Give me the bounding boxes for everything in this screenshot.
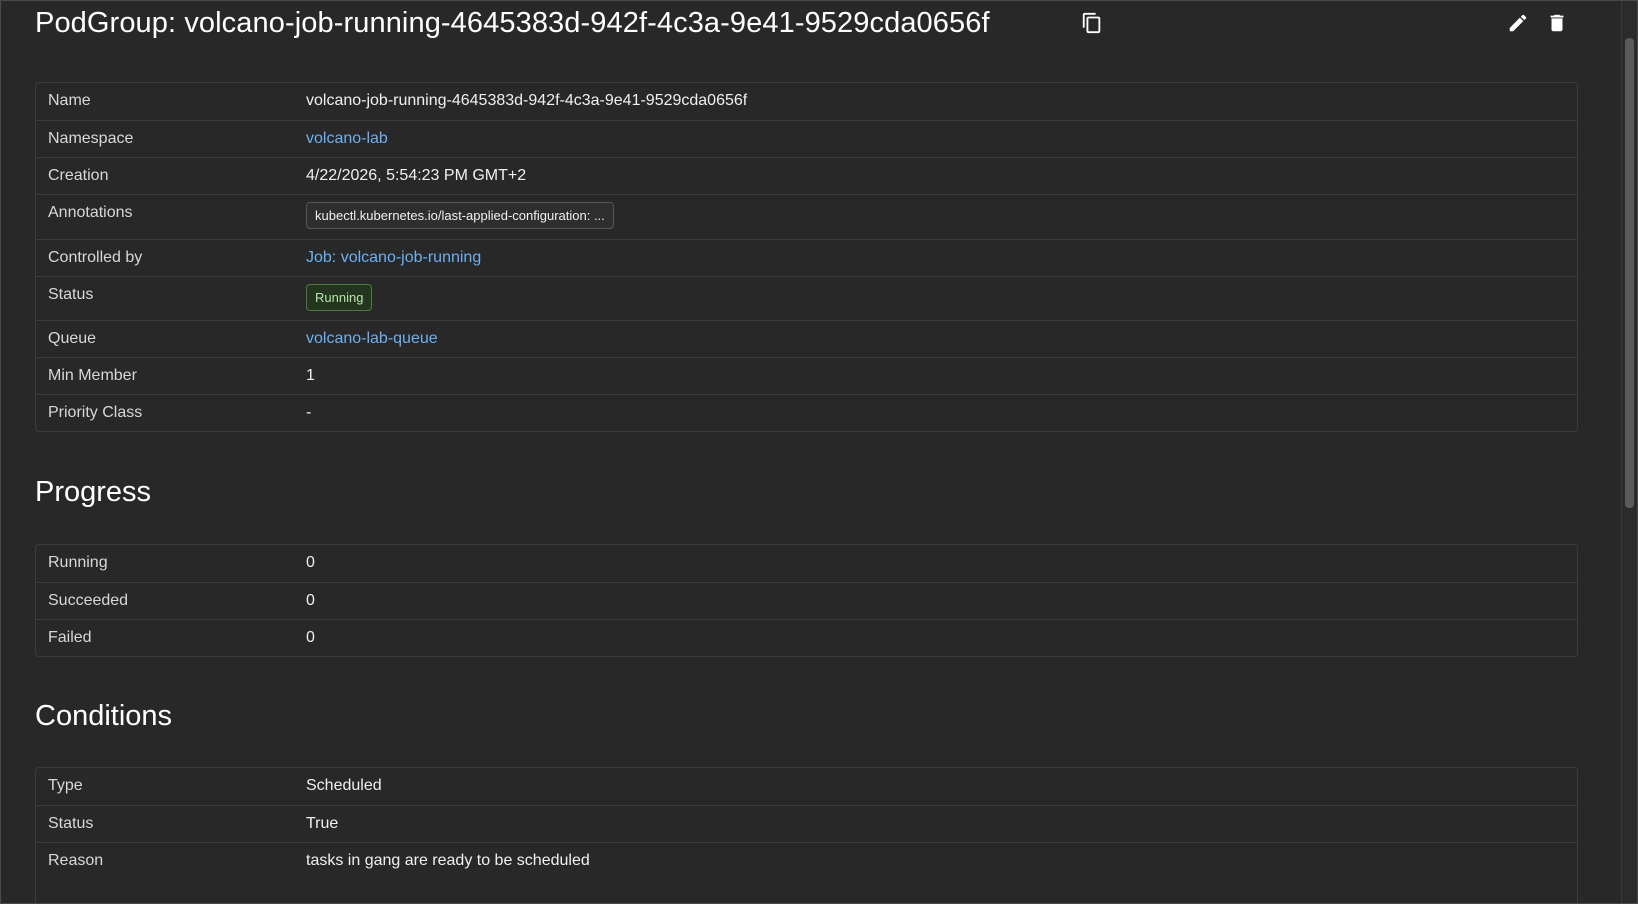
creation-label: Creation (48, 167, 109, 184)
scrollbar-thumb[interactable] (1625, 38, 1634, 508)
annotation-chip[interactable]: kubectl.kubernetes.io/last-applied-confi… (306, 202, 614, 229)
detail-row-name: Name volcano-job-running-4645383d-942f-4… (36, 83, 1577, 120)
namespace-label: Namespace (48, 130, 134, 147)
progress-row-succeeded: Succeeded 0 (36, 582, 1577, 619)
priority-class-label: Priority Class (48, 404, 143, 421)
condition-status-value: True (306, 815, 339, 832)
condition-type-label: Type (48, 777, 83, 794)
status-value: Running (306, 284, 373, 311)
succeeded-value: 0 (306, 592, 315, 609)
progress-row-running: Running 0 (36, 545, 1577, 582)
detail-row-annotations: Annotations kubectl.kubernetes.io/last-a… (36, 194, 1577, 239)
detail-row-creation: Creation 4/22/2026, 5:54:23 PM GMT+2 (36, 157, 1577, 194)
detail-row-controlled-by: Controlled by Job: volcano-job-running (36, 239, 1577, 276)
details-card: Name volcano-job-running-4645383d-942f-4… (35, 82, 1578, 432)
succeeded-label: Succeeded (48, 592, 129, 609)
name-label: Name (48, 92, 91, 109)
name-value: volcano-job-running-4645383d-942f-4c3a-9… (306, 92, 748, 109)
running-value: 0 (306, 554, 315, 571)
detail-row-priority-class: Priority Class - (36, 394, 1577, 431)
min-member-label: Min Member (48, 367, 137, 384)
annotations-value: kubectl.kubernetes.io/last-applied-confi… (306, 202, 614, 229)
annotations-label: Annotations (48, 204, 133, 221)
namespace-link[interactable]: volcano-lab (306, 130, 388, 148)
queue-link[interactable]: volcano-lab-queue (306, 330, 438, 348)
condition-row-type: Type Scheduled (36, 768, 1577, 805)
condition-reason-value: tasks in gang are ready to be scheduled (306, 852, 590, 869)
controlled-by-link[interactable]: Job: volcano-job-running (306, 249, 481, 267)
pencil-icon (1507, 12, 1529, 39)
controlled-by-label: Controlled by (48, 249, 143, 266)
min-member-value: 1 (306, 367, 315, 384)
running-label: Running (48, 554, 108, 571)
detail-row-queue: Queue volcano-lab-queue (36, 320, 1577, 357)
copy-icon (1081, 11, 1103, 40)
copy-button[interactable] (1078, 11, 1106, 39)
page-title: PodGroup: volcano-job-running-4645383d-9… (35, 7, 990, 39)
failed-label: Failed (48, 629, 92, 646)
creation-value: 4/22/2026, 5:54:23 PM GMT+2 (306, 167, 527, 184)
condition-status-label: Status (48, 815, 94, 832)
priority-class-value: - (306, 404, 312, 421)
conditions-card: Type Scheduled Status True Reason tasks … (35, 767, 1578, 903)
condition-row-status: Status True (36, 805, 1577, 842)
edit-button[interactable] (1504, 11, 1532, 39)
detail-row-namespace: Namespace volcano-lab (36, 120, 1577, 157)
condition-type-value: Scheduled (306, 777, 382, 794)
queue-label: Queue (48, 330, 97, 347)
conditions-heading: Conditions (35, 700, 173, 732)
header: PodGroup: volcano-job-running-4645383d-9… (35, 1, 1580, 49)
progress-row-failed: Failed 0 (36, 619, 1577, 656)
delete-button[interactable] (1543, 11, 1571, 39)
vertical-scrollbar[interactable] (1621, 1, 1637, 903)
detail-row-status: Status Running (36, 276, 1577, 320)
status-badge: Running (306, 284, 373, 311)
app-frame: PodGroup: volcano-job-running-4645383d-9… (0, 0, 1638, 904)
status-label: Status (48, 286, 94, 303)
progress-heading: Progress (35, 476, 152, 508)
condition-reason-label: Reason (48, 852, 104, 869)
failed-value: 0 (306, 629, 315, 646)
condition-row-reason: Reason tasks in gang are ready to be sch… (36, 842, 1577, 879)
detail-row-min-member: Min Member 1 (36, 357, 1577, 394)
progress-card: Running 0 Succeeded 0 Failed 0 (35, 544, 1578, 657)
trash-icon (1546, 11, 1568, 40)
